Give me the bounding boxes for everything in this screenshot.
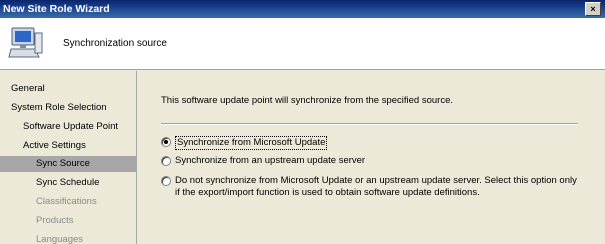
radio-do-not-synchronize[interactable] [161,176,171,186]
intro-text: This software update point will synchron… [161,95,453,106]
close-button[interactable]: × [585,2,601,16]
title-bar: New Site Role Wizard × [0,0,605,18]
radio-upstream-server[interactable] [161,156,171,166]
option-microsoft-update-label[interactable]: Synchronize from Microsoft Update [175,136,328,150]
wizard-header: Synchronization source [0,18,605,70]
option-do-not-synchronize-line2: if the export/import function is used to… [175,187,480,198]
nav-item-languages: Languages [36,234,84,244]
page-title: Synchronization source [63,38,167,49]
wizard-nav: General System Role Selection Software U… [0,71,137,244]
divider [161,123,578,125]
nav-item-general[interactable]: General [0,81,137,97]
nav-item-products: Products [36,215,74,226]
nav-item-system-role-selection[interactable]: System Role Selection [0,100,137,116]
close-icon: × [590,4,596,14]
radio-microsoft-update[interactable] [161,137,171,147]
nav-item-sync-schedule[interactable]: Sync Schedule [0,175,137,191]
option-do-not-synchronize-label[interactable]: Do not synchronize from Microsoft Update… [175,175,577,199]
option-upstream-server-label[interactable]: Synchronize from an upstream update serv… [175,155,365,167]
computer-icon [8,27,43,58]
option-do-not-synchronize-line1: Do not synchronize from Microsoft Update… [175,175,577,186]
nav-item-software-update-point[interactable]: Software Update Point [0,119,137,135]
wizard-content: This software update point will synchron… [138,71,605,244]
window-title: New Site Role Wizard [3,3,110,15]
nav-item-active-settings[interactable]: Active Settings [0,138,137,154]
nav-item-classifications: Classifications [36,196,97,207]
nav-item-sync-source[interactable]: Sync Source [0,156,137,172]
